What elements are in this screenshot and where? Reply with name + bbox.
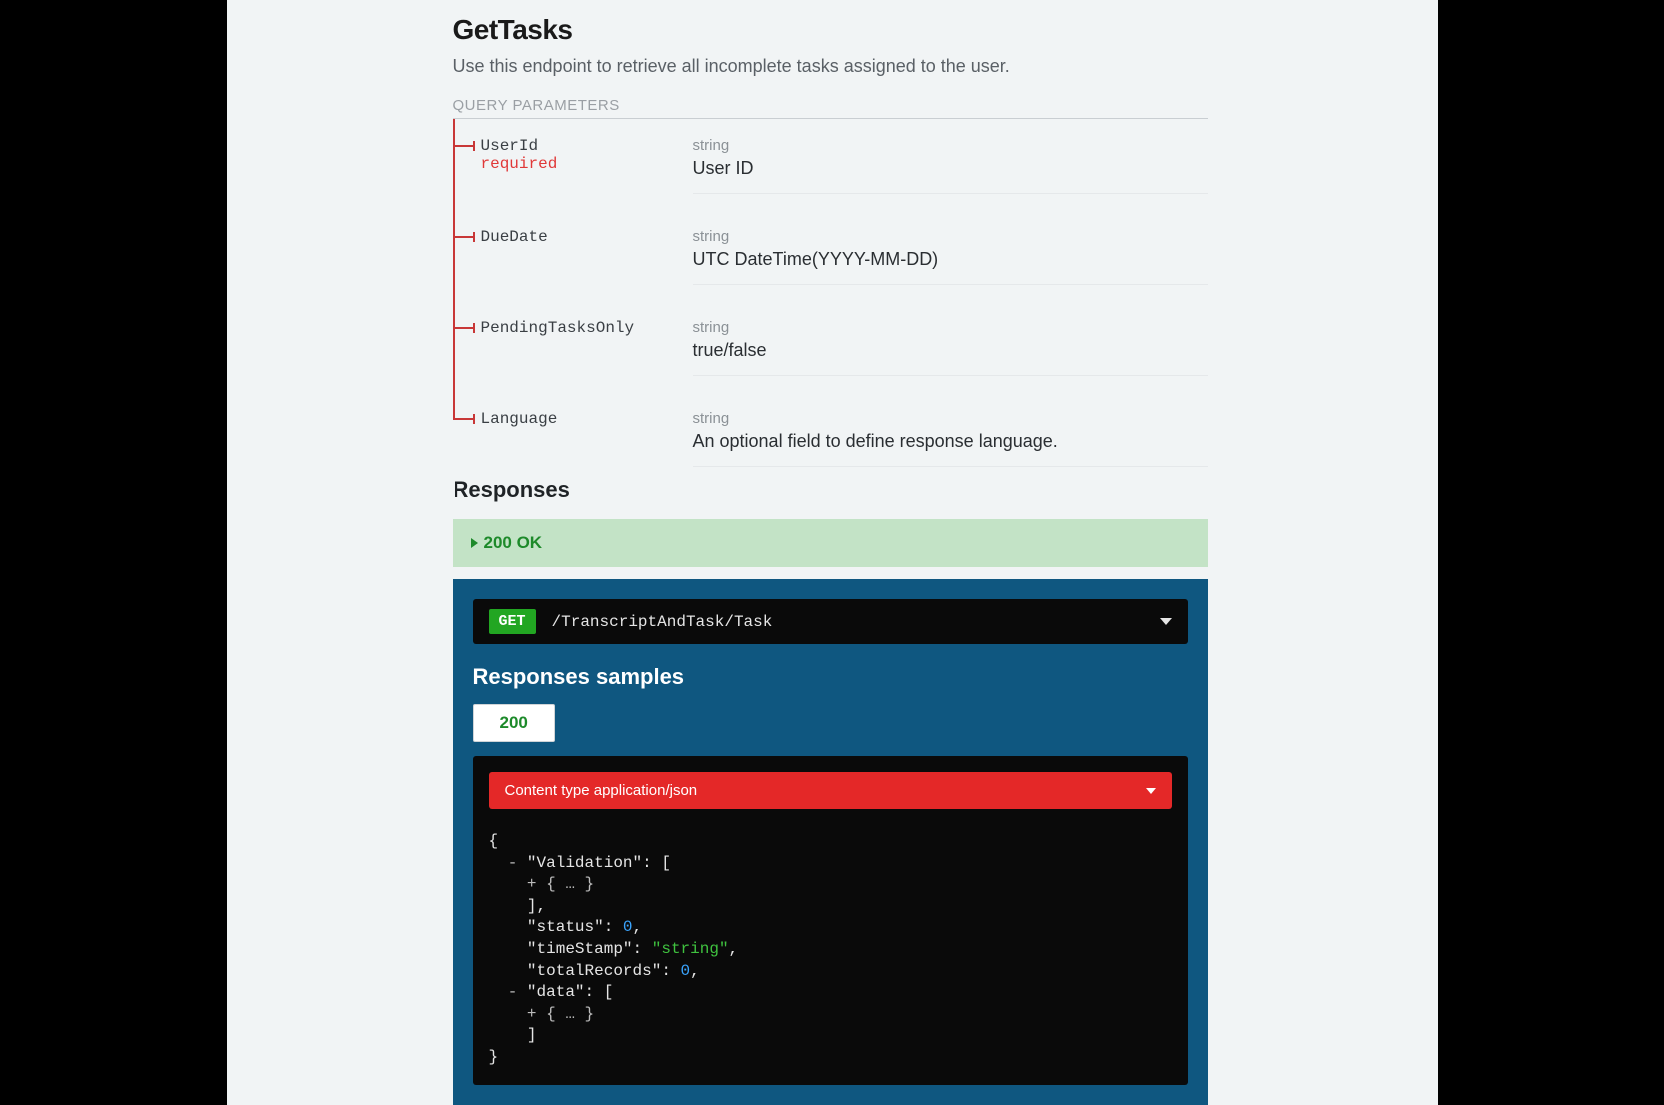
content-type-select[interactable]: Content type application/json: [489, 772, 1172, 809]
param-type: string: [693, 137, 1208, 154]
param-name-cell: PendingTasksOnly: [481, 319, 693, 337]
chevron-down-icon: [1146, 788, 1156, 794]
chevron-right-icon: [471, 538, 478, 548]
tree-tick: [473, 141, 475, 151]
param-description: true/false: [693, 340, 1208, 361]
tree-tick: [473, 323, 475, 333]
tree-branch: [453, 327, 475, 329]
response-200-row[interactable]: 200 OK: [453, 519, 1208, 567]
content-type-label: Content type application/json: [505, 782, 698, 799]
param-description: UTC DateTime(YYYY-MM-DD): [693, 249, 1208, 270]
param-name: PendingTasksOnly: [481, 319, 635, 337]
param-detail: string UTC DateTime(YYYY-MM-DD): [693, 228, 1208, 285]
samples-panel: GET /TranscriptAndTask/Task Responses sa…: [453, 579, 1208, 1105]
param-name-cell: Language: [481, 410, 693, 428]
param-type: string: [693, 228, 1208, 245]
param-row: Language string An optional field to def…: [453, 410, 1208, 467]
param-name-cell: UserId required: [481, 137, 693, 173]
http-method-badge: GET: [489, 609, 536, 634]
param-row: PendingTasksOnly string true/false: [453, 319, 1208, 376]
endpoint-path: /TranscriptAndTask/Task: [552, 613, 1160, 631]
content-column: GetTasks Use this endpoint to retrieve a…: [453, 0, 1208, 1105]
required-label: required: [481, 155, 693, 173]
tree-branch: [453, 418, 475, 420]
collapse-toggle[interactable]: -: [489, 983, 527, 1001]
samples-heading: Responses samples: [473, 664, 1188, 690]
json-sample: { - "Validation": [ + { … } ], "status":…: [489, 831, 1172, 1069]
param-detail: string User ID: [693, 137, 1208, 194]
expand-toggle[interactable]: +: [489, 1005, 547, 1023]
param-name: DueDate: [481, 228, 548, 246]
responses-heading: Responses: [453, 477, 1208, 503]
param-row: UserId required string User ID: [453, 137, 1208, 194]
response-status: 200 OK: [484, 533, 543, 553]
chevron-down-icon: [1160, 618, 1172, 625]
param-description: An optional field to define response lan…: [693, 431, 1208, 452]
endpoint-bar[interactable]: GET /TranscriptAndTask/Task: [473, 599, 1188, 644]
param-detail: string true/false: [693, 319, 1208, 376]
tree-end-mask: [453, 420, 455, 507]
param-row: DueDate string UTC DateTime(YYYY-MM-DD): [453, 228, 1208, 285]
page-description: Use this endpoint to retrieve all incomp…: [453, 56, 1208, 77]
param-type: string: [693, 410, 1208, 427]
collapse-toggle[interactable]: -: [489, 854, 527, 872]
param-detail: string An optional field to define respo…: [693, 410, 1208, 467]
param-type: string: [693, 319, 1208, 336]
page-title: GetTasks: [453, 14, 1208, 46]
tab-status-200[interactable]: 200: [473, 704, 555, 742]
query-params-heading: QUERY PARAMETERS: [453, 97, 1208, 119]
param-name: Language: [481, 410, 558, 428]
param-name-cell: DueDate: [481, 228, 693, 246]
tree-tick: [473, 232, 475, 242]
expand-toggle[interactable]: +: [489, 875, 547, 893]
param-description: User ID: [693, 158, 1208, 179]
tree-tick: [473, 414, 475, 424]
page-container: GetTasks Use this endpoint to retrieve a…: [227, 0, 1438, 1105]
params-tree: UserId required string User ID DueDate s…: [453, 119, 1208, 467]
tree-branch: [453, 145, 475, 147]
param-name: UserId: [481, 137, 539, 155]
code-sample-panel: Content type application/json { - "Valid…: [473, 756, 1188, 1085]
tree-branch: [453, 236, 475, 238]
